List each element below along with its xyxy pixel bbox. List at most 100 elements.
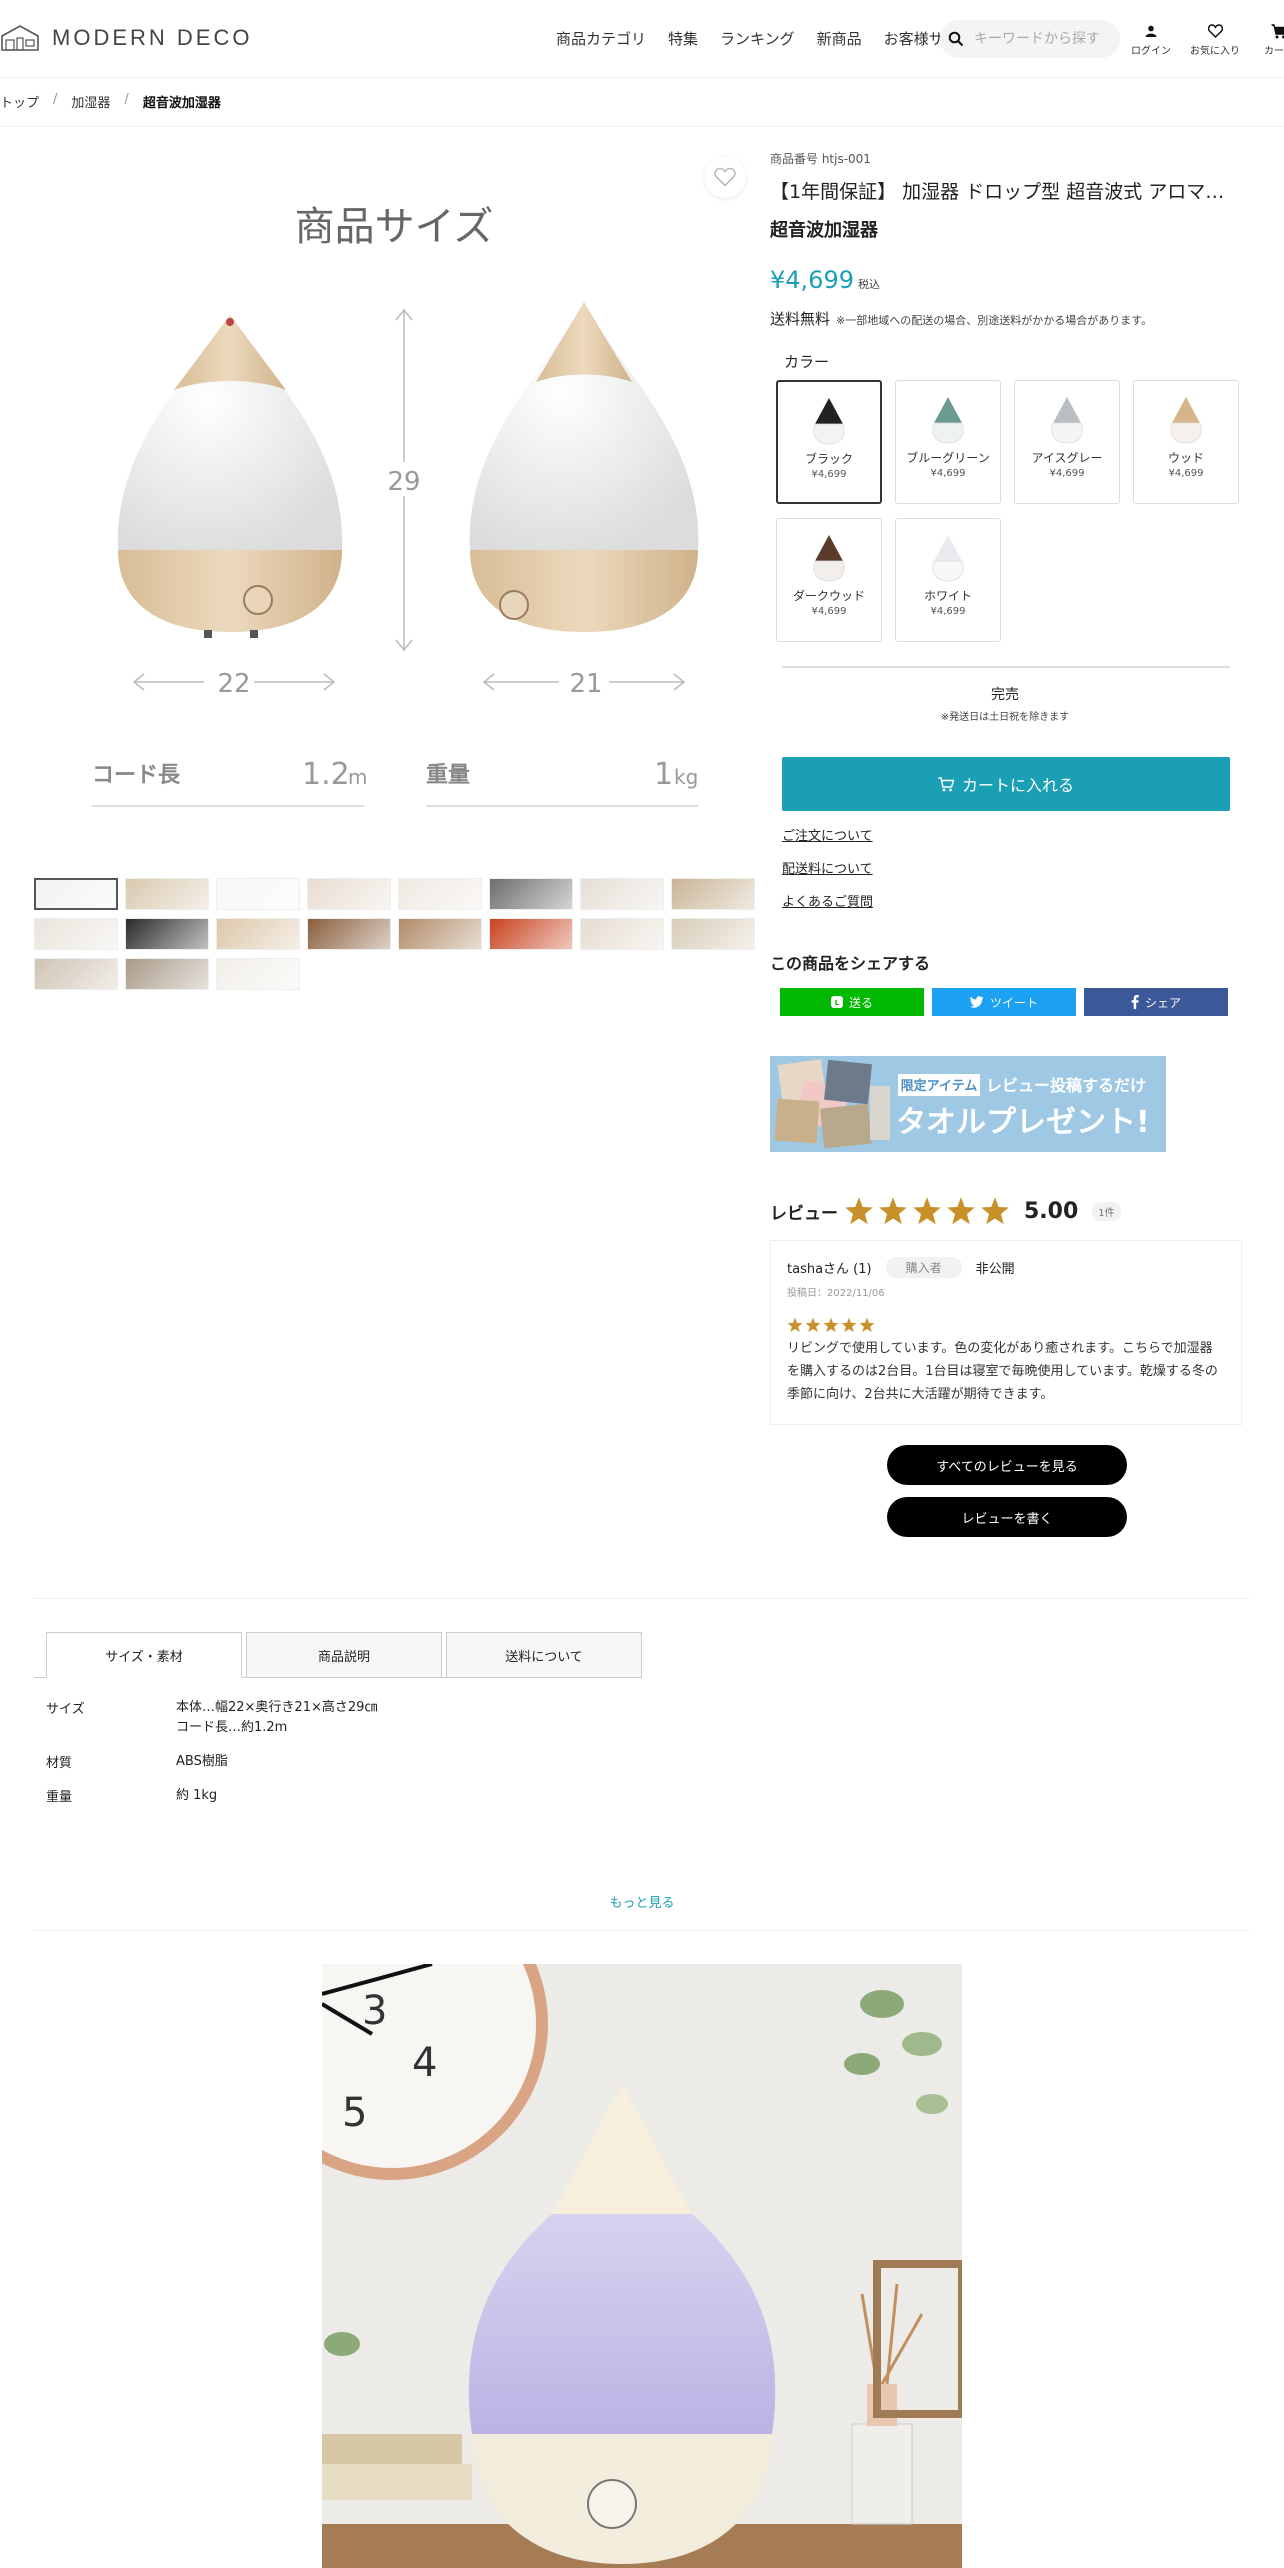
spec-table: サイズ 本体…幅22×奥行き21×高さ29㎝ コード長…約1.2m 材質 ABS… (46, 1698, 377, 1820)
gallery-thumbnail[interactable] (34, 878, 118, 910)
svg-text:5: 5 (342, 2090, 367, 2136)
login-label: ログイン (1131, 46, 1171, 57)
svg-text:2: 2 (382, 1964, 407, 1968)
shipping-fee-link[interactable]: 配送料について (782, 858, 1240, 877)
write-review-button[interactable]: レビューを書く (887, 1497, 1127, 1537)
gallery-thumbnail[interactable] (125, 878, 209, 910)
nav-categories[interactable]: 商品カテゴリ (556, 28, 646, 49)
gallery-thumbnail[interactable] (125, 958, 209, 990)
banner-tag: 限定アイテム (901, 1078, 978, 1094)
main-product-image[interactable]: 商品サイズ 29 22 21 コード長 1.2 m 重量 1 kg (34, 150, 754, 860)
breadcrumb-separator: / (124, 92, 129, 107)
favorite-toggle[interactable] (704, 156, 746, 198)
star-icon (981, 1197, 1009, 1225)
order-info-link[interactable]: ご注文について (782, 825, 1240, 844)
color-price: ¥4,699 (1049, 468, 1085, 479)
star-icon (787, 1317, 803, 1332)
breadcrumb-humidifier[interactable]: 加湿器 (71, 92, 110, 111)
line-share-button[interactable]: L 送る (780, 988, 924, 1016)
thumbnail-strip (34, 878, 760, 990)
gallery-thumbnail[interactable] (34, 958, 118, 990)
gallery-thumbnail[interactable] (216, 958, 300, 990)
product-info: 商品番号 htjs-001 【1年間保証】 加湿器 ドロップ型 超音波式 アロマ… (770, 150, 1242, 1537)
color-option[interactable]: アイスグレー ¥4,699 (1014, 380, 1120, 504)
cart-icon (1271, 23, 1284, 38)
divider (0, 126, 1284, 127)
twitter-share-label: ツイート (989, 995, 1038, 1010)
cart-label: カート (1264, 46, 1284, 57)
site-header: MODERN DECO 商品カテゴリ 特集 ランキング 新商品 お客様サポート … (0, 0, 1284, 78)
gallery-thumbnail[interactable] (216, 878, 300, 910)
favorites-button[interactable]: お気に入り (1190, 20, 1240, 57)
product-price-row: ¥4,699 税込 (770, 266, 1240, 294)
reviewer-name[interactable]: tashaさん (1) (787, 1258, 872, 1277)
color-name: ブラック (804, 452, 853, 466)
nav-ranking[interactable]: ランキング (720, 28, 795, 49)
search-input[interactable] (974, 31, 1114, 47)
add-to-cart-button[interactable]: カートに入れる (782, 757, 1230, 811)
color-options: ブラック ¥4,699 ブルーグリーン ¥4,699 アイスグレー ¥4,699 ウッド ¥4… (776, 380, 1240, 642)
gallery-thumbnail[interactable] (216, 918, 300, 950)
color-swatch-image (922, 393, 974, 447)
color-option[interactable]: ホワイト ¥4,699 (895, 518, 1001, 642)
gallery-thumbnail[interactable] (307, 918, 391, 950)
facebook-icon (1131, 995, 1139, 1009)
shipping-free: 送料無料 (770, 310, 831, 328)
svg-text:3: 3 (362, 1988, 387, 2034)
review-score: 5.00 (1024, 1198, 1079, 1224)
gallery-thumbnail[interactable] (34, 918, 118, 950)
shipping-day-note: ※発送日は土日祝を除きます (940, 712, 1070, 723)
product-price: ¥4,699 (770, 266, 854, 294)
star-icon (845, 1197, 873, 1225)
color-option[interactable]: ブルーグリーン ¥4,699 (895, 380, 1001, 504)
gallery-thumbnail[interactable] (307, 878, 391, 910)
product-sku: 商品番号 htjs-001 (770, 152, 871, 166)
heart-icon (1207, 24, 1223, 38)
nav-new-items[interactable]: 新商品 (817, 28, 862, 49)
color-option[interactable]: ダークウッド ¥4,699 (776, 518, 882, 642)
facebook-share-button[interactable]: シェア (1084, 988, 1228, 1016)
color-swatch-image (803, 531, 855, 585)
breadcrumb: トップ / 加湿器 / 超音波加湿器 (0, 92, 221, 111)
faq-link[interactable]: よくあるご質問 (782, 891, 1240, 910)
gallery-thumbnail[interactable] (580, 878, 664, 910)
product-title: 【1年間保証】 加湿器 ドロップ型 超音波式 アロマディフューザー (770, 181, 1240, 203)
review-item: tashaさん (1) 購入者 非公開 投稿日：2022/11/06 リビングで… (770, 1240, 1242, 1425)
spec-value: 約 1kg (176, 1788, 218, 1803)
review-body: リビングで使用しています。色の変化があり癒されます。こちらで加湿器を購入するのは… (787, 1341, 1218, 1402)
gallery-thumbnail[interactable] (398, 918, 482, 950)
breadcrumb-top[interactable]: トップ (0, 92, 39, 111)
search-icon[interactable] (948, 31, 964, 47)
login-button[interactable]: ログイン (1126, 20, 1176, 57)
height-dimension: 29 (387, 467, 420, 497)
gallery-thumbnail[interactable] (671, 918, 755, 950)
gallery-thumbnail[interactable] (398, 878, 482, 910)
gallery-thumbnail[interactable] (125, 918, 209, 950)
color-option[interactable]: ブラック ¥4,699 (776, 380, 882, 504)
review-date: 投稿日：2022/11/06 (787, 1288, 885, 1299)
gallery-thumbnail[interactable] (580, 918, 664, 950)
spec-key: 材質 (46, 1756, 73, 1771)
main-nav: 商品カテゴリ 特集 ランキング 新商品 お客様サポート (556, 28, 989, 49)
gallery-thumbnail[interactable] (489, 918, 573, 950)
detail-tabs: サイズ・素材 商品説明 送料について (46, 1632, 642, 1678)
all-reviews-button[interactable]: すべてのレビューを見る (887, 1445, 1127, 1485)
tab-size-material[interactable]: サイズ・素材 (46, 1632, 242, 1678)
nav-features[interactable]: 特集 (668, 28, 698, 49)
show-more-link[interactable]: もっと見る (0, 1892, 1284, 1911)
search-box (940, 20, 1120, 58)
breadcrumb-separator: / (53, 92, 58, 107)
help-links: ご注文について 配送料について よくあるご質問 (782, 825, 1240, 910)
tab-description[interactable]: 商品説明 (246, 1632, 442, 1678)
review-campaign-banner[interactable]: 限定アイテム レビュー投稿するだけ タオルプレゼント! (770, 1056, 1166, 1152)
twitter-share-button[interactable]: ツイート (932, 988, 1076, 1016)
cart-button[interactable]: 0 カート (1254, 20, 1284, 57)
logo[interactable]: MODERN DECO (0, 24, 252, 52)
color-swatch-image (803, 394, 855, 448)
gallery-thumbnail[interactable] (489, 878, 573, 910)
cord-length-unit: m (348, 765, 367, 789)
gallery-thumbnail[interactable] (671, 878, 755, 910)
breadcrumb-current: 超音波加湿器 (142, 96, 221, 111)
color-option[interactable]: ウッド ¥4,699 (1133, 380, 1239, 504)
tab-shipping[interactable]: 送料について (446, 1632, 642, 1678)
